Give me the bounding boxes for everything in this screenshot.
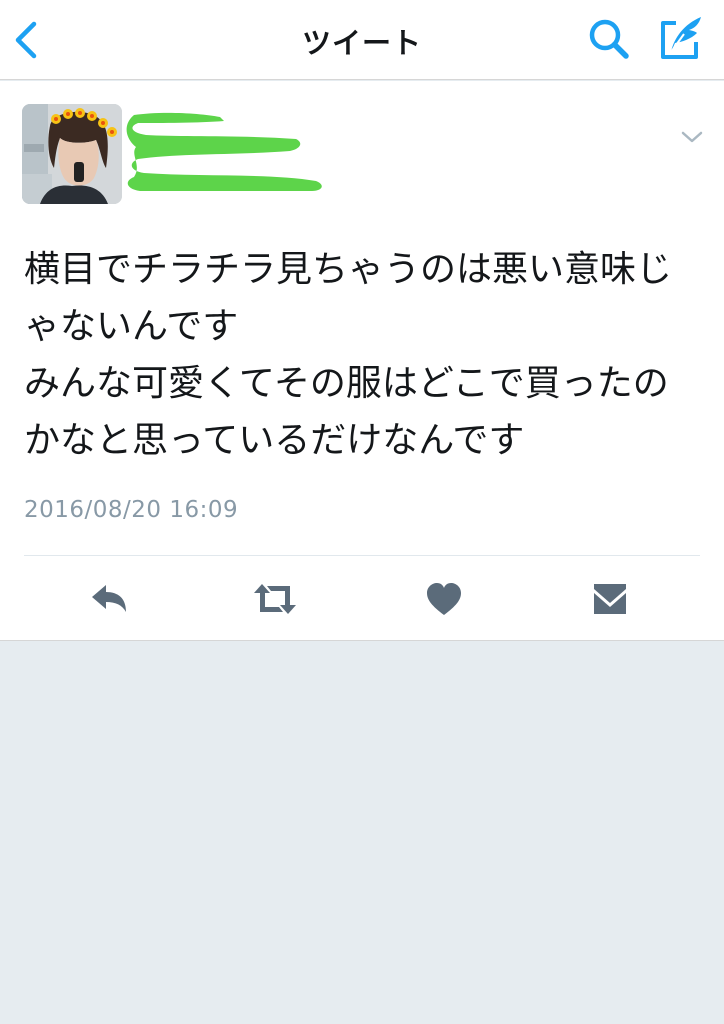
tweet-text: 横目でチラチラ見ちゃうのは悪い意味じゃないんです みんな可愛くてその服はどこで買… (24, 249, 673, 461)
tweet-options-button[interactable] (680, 129, 704, 145)
compose-icon (661, 17, 701, 59)
tweet-timestamp: 2016/08/20 16:09 (24, 497, 239, 523)
reply-button[interactable] (88, 579, 132, 619)
compose-button[interactable] (654, 12, 706, 64)
like-button[interactable] (422, 579, 466, 619)
divider (24, 555, 700, 556)
nav-bar: ツイート (0, 0, 724, 80)
reply-icon (92, 585, 126, 612)
retweet-button[interactable] (253, 579, 297, 619)
search-button[interactable] (586, 16, 632, 62)
chevron-down-icon (681, 131, 703, 143)
direct-message-button[interactable] (588, 579, 632, 619)
avatar-photo (22, 104, 122, 204)
redacted-username (126, 112, 322, 191)
search-icon (589, 19, 629, 59)
retweet-icon (254, 584, 296, 614)
tweet-card: 横目でチラチラ見ちゃうのは悪い意味じゃないんです みんな可愛くてその服はどこで買… (0, 81, 724, 641)
envelope-icon (594, 584, 626, 614)
avatar[interactable] (22, 104, 122, 204)
heart-icon (427, 583, 461, 615)
